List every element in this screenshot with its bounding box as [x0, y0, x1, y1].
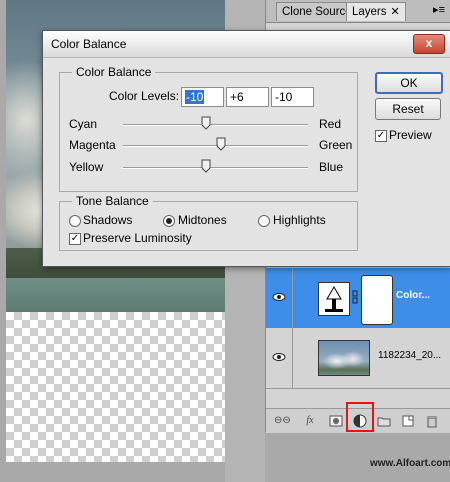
highlights-radio[interactable]: [258, 215, 270, 227]
layer-row-color-balance[interactable]: Color...: [266, 268, 450, 329]
reset-button[interactable]: Reset: [375, 98, 441, 120]
slider-cyan-label: Cyan: [69, 117, 98, 131]
preserve-luminosity-checkbox[interactable]: ✓: [69, 233, 81, 245]
slider-thumb[interactable]: [216, 137, 226, 151]
layer-divider: [292, 328, 293, 388]
dialog-title: Color Balance: [51, 37, 127, 51]
eye-icon[interactable]: [272, 290, 286, 304]
shadows-radio[interactable]: [69, 215, 81, 227]
photo-layer-thumbnail[interactable]: [318, 340, 370, 376]
highlights-label[interactable]: Highlights: [273, 213, 326, 227]
tone-balance-legend: Tone Balance: [72, 194, 153, 208]
tab-layers[interactable]: Layers ✕: [346, 2, 406, 21]
preview-checkbox[interactable]: ✓: [375, 130, 387, 142]
eye-icon[interactable]: [272, 350, 286, 364]
adjustment-button-highlight: [346, 402, 374, 432]
slider-red-label: Red: [319, 117, 342, 131]
transparency-checkerboard: [6, 312, 225, 462]
color-balance-dialog: Color Balance x Color Balance Color Leve…: [42, 30, 450, 267]
tab-clone-source-label: Clone Source: [282, 6, 352, 18]
panel-menu-icon[interactable]: ▸≡: [433, 3, 445, 16]
add-mask-icon[interactable]: [328, 413, 344, 429]
watermark: www.Alfoart.com: [370, 458, 450, 469]
cyan-red-slider[interactable]: [123, 124, 308, 126]
color-level-value: -10: [185, 90, 205, 104]
layer-mask-thumbnail[interactable]: [361, 275, 393, 325]
color-levels-label: Color Levels:: [109, 89, 180, 103]
color-level-input-2[interactable]: +6: [226, 87, 269, 107]
layer-divider: [292, 268, 293, 328]
water-image: [6, 278, 225, 312]
ok-button[interactable]: OK: [375, 72, 443, 94]
yellow-blue-slider[interactable]: [123, 167, 308, 169]
new-group-icon[interactable]: [376, 413, 392, 429]
slider-magenta-label: Magenta: [69, 138, 116, 152]
adjustment-layer-thumbnail[interactable]: [318, 282, 350, 316]
layer-row-photo[interactable]: 1182234_20...: [266, 328, 450, 389]
close-button[interactable]: x: [413, 34, 445, 54]
color-balance-legend: Color Balance: [72, 65, 156, 79]
balance-scale-icon: [325, 286, 343, 312]
fx-icon[interactable]: fx: [302, 413, 318, 429]
color-level-input-1[interactable]: -10: [181, 87, 224, 107]
slider-thumb[interactable]: [201, 116, 211, 130]
chain-link-icon[interactable]: [352, 290, 358, 304]
midtones-radio[interactable]: [163, 215, 175, 227]
dialog-titlebar[interactable]: Color Balance x: [43, 31, 450, 58]
layer-name: 1182234_20...: [378, 350, 442, 361]
slider-thumb[interactable]: [201, 159, 211, 173]
slider-green-label: Green: [319, 138, 353, 152]
tab-close-icon[interactable]: ✕: [391, 6, 400, 18]
new-layer-icon[interactable]: [400, 413, 416, 429]
slider-blue-label: Blue: [319, 160, 344, 174]
midtones-label[interactable]: Midtones: [178, 213, 227, 227]
layer-name: Color...: [396, 290, 430, 301]
slider-yellow-label: Yellow: [69, 160, 104, 174]
panel-tabs: Clone Source Layers ✕ ▸≡: [266, 0, 450, 23]
link-layers-icon[interactable]: ⊖⊖: [274, 413, 291, 429]
preserve-luminosity-label[interactable]: Preserve Luminosity: [83, 231, 192, 245]
trash-icon[interactable]: [424, 413, 440, 429]
shadows-label[interactable]: Shadows: [83, 213, 132, 227]
color-level-input-3[interactable]: -10: [271, 87, 314, 107]
preview-label[interactable]: Preview: [389, 128, 432, 142]
tab-layers-label: Layers: [352, 6, 387, 18]
